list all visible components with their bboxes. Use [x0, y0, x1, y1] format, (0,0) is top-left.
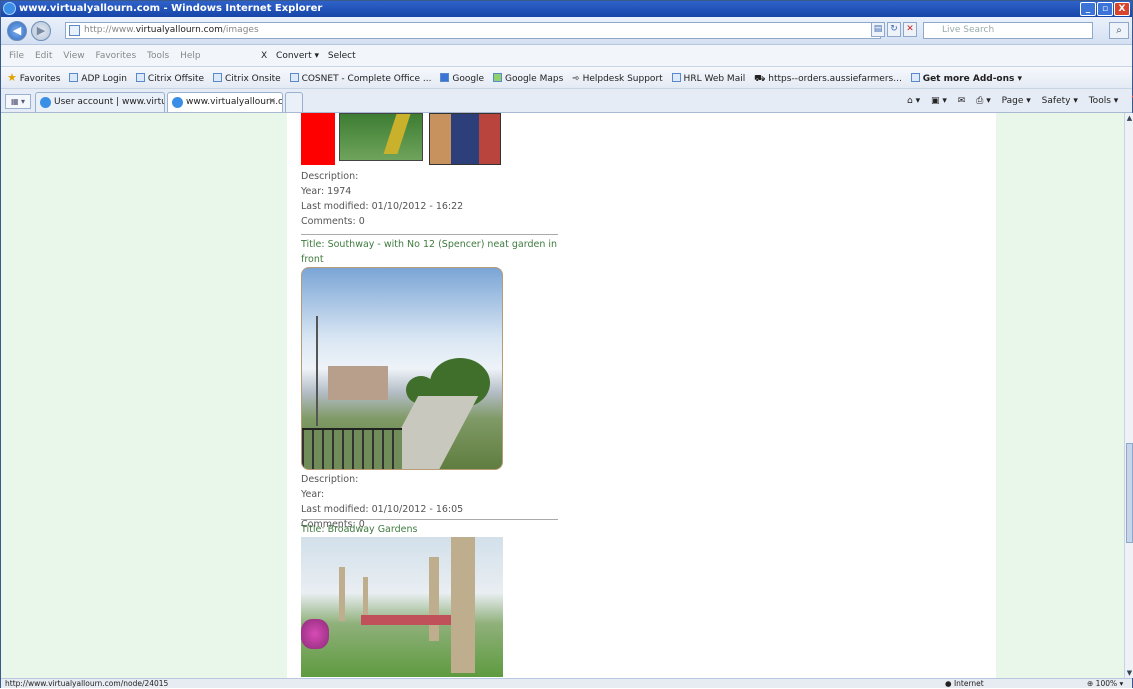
image-thumbnails[interactable]: [301, 113, 503, 165]
command-bar: ⌂ ▾ ▣ ▾ ✉ ⎙ ▾ Page ▾ Safety ▾ Tools ▾ ❓ …: [899, 89, 1133, 113]
refresh-icon[interactable]: ↻: [887, 22, 901, 37]
search-input[interactable]: Live Search: [923, 22, 1093, 39]
menu-favorites[interactable]: Favorites: [95, 51, 136, 61]
page-icon: [212, 73, 222, 82]
compatibility-icon[interactable]: ▤: [871, 22, 885, 37]
menu-bar: File Edit View Favorites Tools Help X Co…: [1, 45, 1132, 67]
image-node: Title: Broadway Gardens: [301, 519, 561, 677]
node-title-link[interactable]: Title: Broadway Gardens: [301, 522, 561, 537]
image-node: Title: Southway - with No 12 (Spencer) n…: [301, 234, 561, 532]
close-tab-icon[interactable]: ✕: [268, 93, 276, 112]
page-icon: [671, 73, 681, 82]
ie-page-icon: [172, 97, 183, 108]
new-tab-button[interactable]: [285, 92, 303, 112]
scroll-up-icon[interactable]: ▲: [1125, 113, 1133, 123]
node-image[interactable]: [301, 537, 503, 677]
tab-user-account[interactable]: User account | www.virtualy...: [35, 92, 165, 112]
maximize-button[interactable]: ▫: [1097, 2, 1113, 16]
window-title: www.virtualyallourn.com - Windows Intern…: [19, 3, 323, 14]
image-node: Description: Year: 1974 Last modified: 0…: [301, 113, 561, 229]
back-button[interactable]: ◀: [7, 21, 27, 41]
vertical-scrollbar[interactable]: ▲ ▼: [1124, 113, 1133, 678]
favorites-bar: ★ Favorites ADP Login Citrix Offsite Cit…: [1, 67, 1132, 89]
page-icon: [69, 73, 79, 82]
node-divider: [301, 234, 558, 235]
globe-icon: ●: [945, 679, 952, 688]
favorites-link[interactable]: Citrix Offsite: [135, 68, 204, 88]
page-menu[interactable]: Page ▾: [1002, 96, 1031, 106]
scrollbar-thumb[interactable]: [1126, 443, 1133, 543]
node-description: Description:: [301, 474, 359, 485]
favorites-link[interactable]: Google Maps: [492, 68, 563, 88]
tab-virtualyallourn[interactable]: www.virtualyallourn.com ✕: [167, 92, 283, 112]
favorites-link[interactable]: Citrix Onsite: [212, 68, 281, 88]
content-column: Description: Year: 1974 Last modified: 0…: [287, 113, 996, 678]
menu-edit[interactable]: Edit: [35, 51, 52, 61]
menu-view[interactable]: View: [63, 51, 84, 61]
page-viewport: Description: Year: 1974 Last modified: 0…: [1, 113, 1124, 678]
favorites-link[interactable]: ➾ Helpdesk Support: [572, 68, 663, 88]
help-icon[interactable]: ❓ ▾: [1129, 96, 1133, 106]
node-divider: [301, 519, 558, 520]
stop-icon[interactable]: ✕: [903, 22, 917, 37]
favorites-button[interactable]: ★ Favorites: [7, 67, 60, 88]
browser-window: www.virtualyallourn.com - Windows Intern…: [0, 0, 1133, 688]
menu-file[interactable]: File: [9, 51, 24, 61]
google-icon: [440, 73, 450, 82]
title-bar: www.virtualyallourn.com - Windows Intern…: [1, 1, 1132, 17]
select-button[interactable]: Select: [328, 51, 356, 61]
page-icon: [135, 73, 145, 82]
convert-button[interactable]: Convert ▾: [276, 51, 319, 61]
ie-logo-icon: [3, 2, 16, 15]
node-title-link[interactable]: Title: Southway - with No 12 (Spencer) n…: [301, 237, 561, 267]
ie-page-icon: [40, 97, 51, 108]
favorites-link[interactable]: HRL Web Mail: [671, 68, 745, 88]
page-icon: [910, 73, 920, 82]
status-bar: http://www.virtualyallourn.com/node/2401…: [1, 678, 1132, 688]
scroll-down-icon[interactable]: ▼: [1125, 668, 1133, 678]
map-icon: [492, 73, 502, 82]
search-icon[interactable]: ⌕: [1109, 22, 1129, 39]
node-year: Year:: [301, 489, 325, 500]
node-modified: Last modified: 01/10/2012 - 16:22: [301, 201, 464, 212]
address-input[interactable]: http://www.virtualyallourn.com/images: [65, 22, 881, 39]
arrow-icon: ➾: [572, 74, 580, 84]
menu-tools[interactable]: Tools: [147, 51, 169, 61]
safety-menu[interactable]: Safety ▾: [1042, 96, 1078, 106]
home-icon[interactable]: ⌂ ▾: [907, 96, 920, 106]
toolbar-close-button[interactable]: X: [261, 51, 267, 61]
tools-menu[interactable]: Tools ▾: [1089, 96, 1119, 106]
node-modified: Last modified: 01/10/2012 - 16:05: [301, 504, 464, 515]
forward-button[interactable]: ▶: [31, 21, 51, 41]
node-image[interactable]: [301, 267, 503, 470]
print-icon[interactable]: ⎙ ▾: [976, 96, 991, 106]
menu-help[interactable]: Help: [180, 51, 201, 61]
mail-icon[interactable]: ✉: [958, 96, 966, 106]
favorites-link[interactable]: COSNET - Complete Office ...: [289, 68, 431, 88]
page-icon: [69, 25, 80, 36]
address-toolbar: ◀ ▶ http://www.virtualyallourn.com/image…: [1, 17, 1132, 45]
star-icon: ★: [7, 71, 17, 84]
node-year: Year: 1974: [301, 186, 352, 197]
feeds-icon[interactable]: ▣ ▾: [931, 96, 947, 106]
favorites-link[interactable]: ⛟ https--orders.aussiefarmers...: [754, 68, 902, 88]
quick-tabs-button[interactable]: ▦ ▾: [5, 94, 31, 109]
node-comments: Comments: 0: [301, 216, 365, 227]
minimize-button[interactable]: _: [1080, 2, 1096, 16]
page-icon: [289, 73, 299, 82]
favorites-link[interactable]: ADP Login: [69, 68, 127, 88]
add-ons-link[interactable]: Get more Add-ons ▾: [910, 68, 1022, 88]
favorites-link[interactable]: Google: [440, 68, 484, 88]
truck-icon: ⛟: [754, 74, 766, 84]
node-description: Description:: [301, 171, 359, 182]
close-window-button[interactable]: X: [1114, 2, 1130, 16]
